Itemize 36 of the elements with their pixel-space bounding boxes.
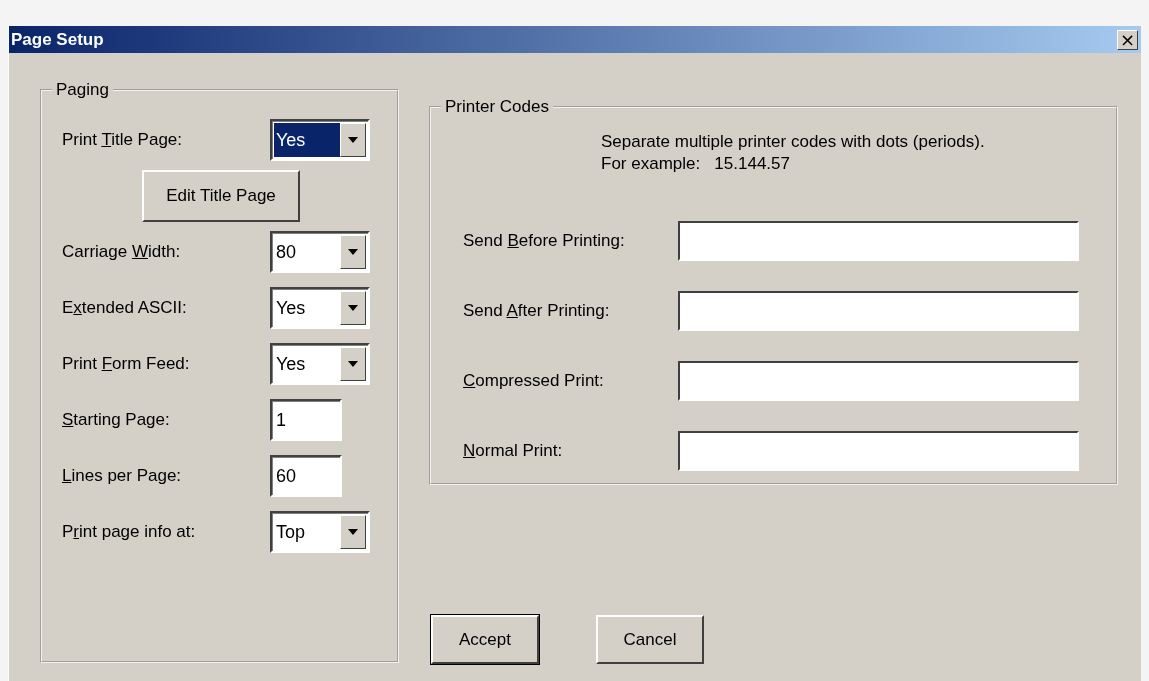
cancel-button[interactable]: Cancel: [596, 615, 704, 664]
group-title: Paging: [55, 80, 110, 100]
input-field[interactable]: [678, 291, 1079, 331]
field-label: Print Title Page:: [62, 130, 184, 150]
field-label: Compressed Print:: [463, 371, 605, 391]
instruction-text: Separate multiple printer codes with dots (periods).: [601, 131, 986, 153]
input-field[interactable]: [678, 361, 1079, 401]
group-title: Printer Codes: [444, 97, 550, 117]
dropdown[interactable]: 80: [270, 231, 370, 273]
field-label: Starting Page:: [62, 410, 171, 430]
field-label: Send Before Printing:: [463, 231, 626, 251]
field-label: Print page info at:: [62, 522, 197, 542]
input-field[interactable]: [678, 431, 1079, 471]
field-label: Extended ASCII:: [62, 298, 188, 318]
dropdown-arrow-icon: [347, 304, 359, 312]
edit-title-page-button[interactable]: Edit Title Page: [142, 170, 300, 222]
close-button[interactable]: ×: [1117, 29, 1138, 50]
accept-button[interactable]: Accept: [431, 615, 539, 664]
field-label: Carriage Width:: [62, 242, 182, 262]
dropdown[interactable]: Yes: [270, 343, 370, 385]
dropdown-arrow-icon: [347, 360, 359, 368]
field-label: Lines per Page:: [62, 466, 183, 486]
field-label: Print Form Feed:: [62, 354, 191, 374]
input-field[interactable]: 1: [270, 399, 342, 441]
input-field[interactable]: [678, 221, 1079, 261]
instruction-text: For example: 15.144.57: [601, 153, 791, 175]
dropdown[interactable]: Yes: [270, 119, 370, 161]
input-field[interactable]: 60: [270, 455, 342, 497]
dropdown-arrow-icon: [347, 248, 359, 256]
window-title: Page Setup: [11, 29, 104, 50]
field-label: Send After Printing:: [463, 301, 611, 321]
field-label: Normal Print:: [463, 441, 564, 461]
dropdown-arrow-icon: [347, 136, 359, 144]
dropdown[interactable]: Yes: [270, 287, 370, 329]
dropdown-arrow-icon: [347, 528, 359, 536]
dropdown[interactable]: Top: [270, 511, 370, 553]
